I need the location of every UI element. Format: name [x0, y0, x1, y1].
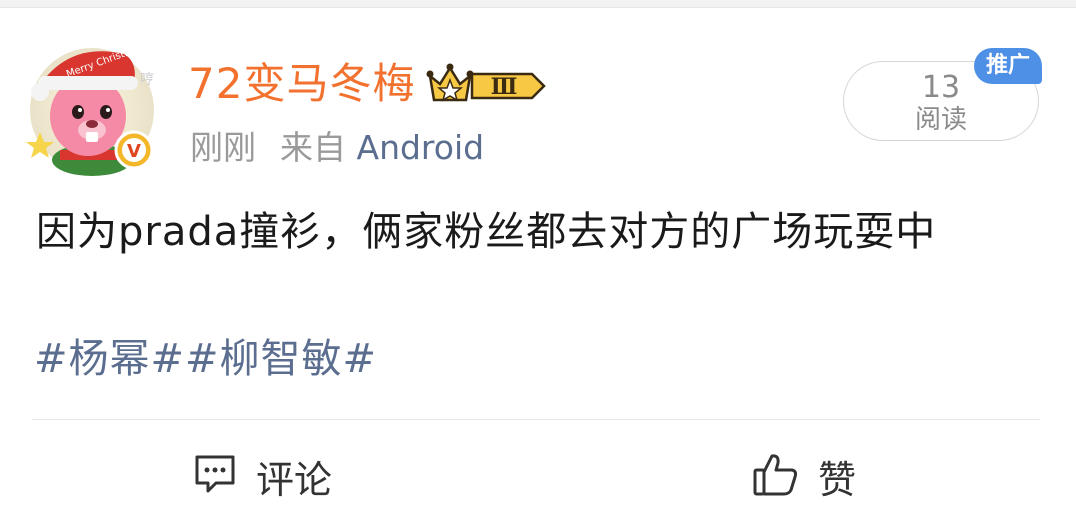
author-name[interactable]: 72变马冬梅 — [188, 58, 415, 110]
member-crown-badge-icon[interactable]: Ⅲ — [426, 62, 548, 106]
comment-button[interactable]: 评论 — [192, 446, 332, 506]
read-label: 阅读 — [914, 105, 967, 135]
comment-icon — [192, 451, 238, 501]
hashtag-link[interactable]: #杨幂##柳智敏# — [34, 330, 377, 388]
thumbs-up-icon — [752, 450, 800, 502]
verified-badge-icon: V — [127, 141, 141, 162]
svg-text:哼: 哼 — [140, 71, 154, 88]
post-content: 因为prada撞衫，俩家粉丝都去对方的广场玩耍中 — [36, 209, 937, 255]
divider — [32, 419, 1040, 420]
level-text: Ⅲ — [491, 74, 518, 100]
promo-tag: 推广 — [974, 48, 1042, 84]
comment-label: 评论 — [256, 457, 333, 502]
like-label: 赞 — [818, 457, 857, 502]
post-time: 刚刚 — [190, 128, 256, 167]
source-prefix: 来自 — [280, 128, 346, 167]
like-button[interactable]: 赞 — [752, 446, 856, 506]
post-source[interactable]: Android — [357, 128, 485, 167]
post-meta: 刚刚 来自 Android — [190, 126, 484, 170]
read-stats: 13 阅读 — [843, 0, 1039, 200]
avatar[interactable]: Merry Christmas 哼 V — [22, 32, 162, 178]
